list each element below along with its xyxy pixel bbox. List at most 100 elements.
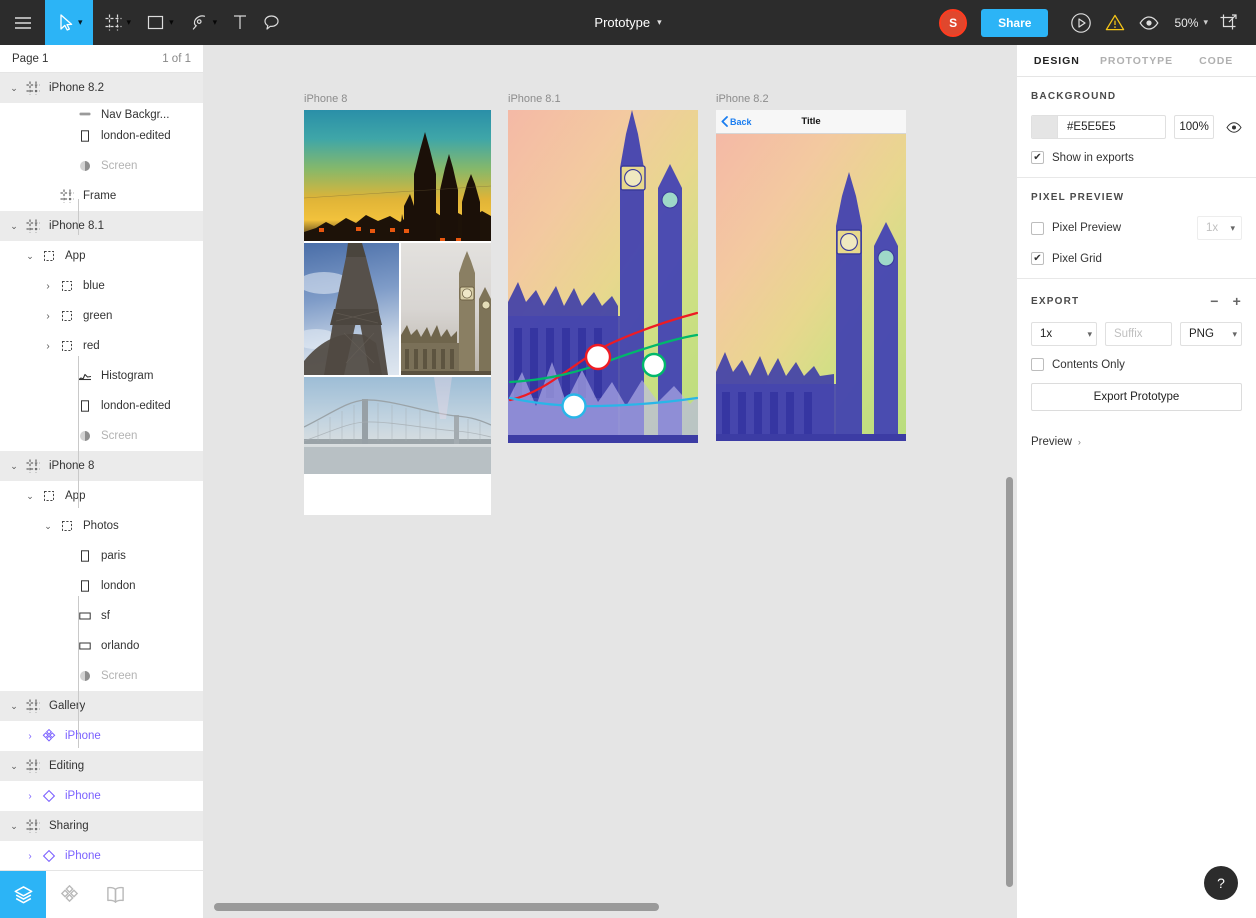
chevron-down-icon[interactable]: ⌄ bbox=[22, 251, 38, 262]
background-opacity-field[interactable]: 100% bbox=[1174, 115, 1214, 139]
export-format-select[interactable]: PNG ▾ bbox=[1180, 322, 1242, 346]
pixel-preview-scale-select[interactable]: 1x ▾ bbox=[1197, 216, 1242, 240]
layer-row[interactable]: › iPhone bbox=[0, 841, 203, 870]
help-button[interactable]: ? bbox=[1204, 866, 1238, 900]
layer-row[interactable]: ⌄ App bbox=[0, 481, 203, 511]
comment-tool[interactable] bbox=[259, 0, 284, 45]
share-button[interactable]: Share bbox=[981, 8, 1049, 37]
library-tab[interactable] bbox=[92, 871, 138, 918]
chevron-right-icon[interactable]: › bbox=[22, 791, 38, 802]
chevron-down-icon[interactable]: ▾ bbox=[78, 18, 83, 27]
curve-handle-red[interactable] bbox=[584, 343, 612, 371]
layer-row[interactable]: london-edited bbox=[0, 121, 203, 151]
curve-overlay[interactable] bbox=[508, 110, 698, 443]
pixel-preview-toggle[interactable]: Pixel Preview bbox=[1031, 221, 1121, 235]
layer-row-frame[interactable]: ⌄ Gallery bbox=[0, 691, 203, 721]
chevron-right-icon[interactable]: › bbox=[22, 851, 38, 862]
artboard-iphone-8-2[interactable]: iPhone 8.2 Back Title bbox=[716, 93, 906, 441]
chevron-down-icon[interactable]: ⌄ bbox=[6, 701, 22, 712]
artboard-body[interactable]: Back Title bbox=[716, 110, 906, 441]
minus-icon[interactable]: − bbox=[1210, 293, 1219, 309]
chevron-down-icon[interactable]: ▾ bbox=[1203, 18, 1208, 27]
photo-london-edited-detail[interactable] bbox=[716, 134, 906, 441]
canvas-horizontal-scrollbar[interactable] bbox=[214, 903, 659, 911]
curve-handle-green[interactable] bbox=[641, 352, 667, 378]
curve-handle-blue[interactable] bbox=[561, 393, 587, 419]
show-in-exports-row[interactable]: ✔ Show in exports bbox=[1031, 151, 1242, 164]
contents-only-checkbox[interactable] bbox=[1031, 358, 1044, 371]
hamburger-menu-icon[interactable] bbox=[0, 0, 45, 45]
tab-prototype[interactable]: PROTOTYPE bbox=[1097, 45, 1177, 76]
avatar[interactable]: S bbox=[939, 8, 968, 37]
layer-row[interactable]: › iPhone bbox=[0, 721, 203, 751]
pixel-grid-row[interactable]: ✔ Pixel Grid bbox=[1031, 252, 1242, 265]
chevron-down-icon[interactable]: ⌄ bbox=[40, 521, 56, 532]
layer-row-frame[interactable]: ⌄ Editing bbox=[0, 751, 203, 781]
shape-tool[interactable]: ▾ bbox=[143, 0, 178, 45]
layer-row[interactable]: › green bbox=[0, 301, 203, 331]
move-tool[interactable]: ▾ bbox=[45, 0, 93, 45]
layer-row-frame[interactable]: ⌄ Sharing bbox=[0, 811, 203, 841]
background-hex-value[interactable]: #E5E5E5 bbox=[1058, 121, 1116, 133]
layer-row[interactable]: Screen bbox=[0, 421, 203, 451]
export-suffix-input[interactable]: Suffix bbox=[1105, 322, 1172, 346]
layer-row[interactable]: › red bbox=[0, 331, 203, 361]
photo-orlando[interactable] bbox=[304, 110, 491, 241]
layer-row[interactable]: london bbox=[0, 571, 203, 601]
pixel-grid-checkbox[interactable]: ✔ bbox=[1031, 252, 1044, 265]
layers-list[interactable]: ⌄ iPhone 8.2 Nav Backgr... london-edited … bbox=[0, 73, 203, 870]
eye-icon[interactable] bbox=[1132, 0, 1166, 45]
layer-row-frame[interactable]: ⌄ iPhone 8 bbox=[0, 451, 203, 481]
eye-icon[interactable] bbox=[1226, 121, 1242, 133]
layer-row[interactable]: Frame bbox=[0, 181, 203, 211]
export-scale-select[interactable]: 1x ▾ bbox=[1031, 322, 1097, 346]
layer-row[interactable]: paris bbox=[0, 541, 203, 571]
plus-icon[interactable]: + bbox=[1233, 293, 1242, 309]
chevron-right-icon[interactable]: › bbox=[40, 281, 56, 292]
layer-row[interactable]: › iPhone bbox=[0, 781, 203, 811]
layer-row-frame[interactable]: ⌄ iPhone 8.1 bbox=[0, 211, 203, 241]
layers-tab[interactable] bbox=[0, 871, 46, 918]
photo-sf[interactable] bbox=[304, 377, 491, 474]
chevron-down-icon[interactable]: ⌄ bbox=[6, 83, 22, 94]
layer-row-frame[interactable]: ⌄ iPhone 8.2 bbox=[0, 73, 203, 103]
artboard-iphone-8[interactable]: iPhone 8 bbox=[304, 93, 491, 515]
export-prototype-button[interactable]: Export Prototype bbox=[1031, 383, 1242, 411]
chevron-down-icon[interactable]: ⌄ bbox=[6, 761, 22, 772]
artboard-iphone-8-1[interactable]: iPhone 8.1 bbox=[508, 93, 698, 443]
page-title[interactable]: Prototype bbox=[594, 15, 650, 30]
page-bar[interactable]: Page 1 1 of 1 bbox=[0, 45, 203, 73]
components-tab[interactable] bbox=[46, 871, 92, 918]
tab-design[interactable]: DESIGN bbox=[1017, 45, 1097, 76]
show-in-exports-checkbox[interactable]: ✔ bbox=[1031, 151, 1044, 164]
chevron-down-icon[interactable]: ⌄ bbox=[6, 221, 22, 232]
layer-row[interactable]: › blue bbox=[0, 271, 203, 301]
contents-only-row[interactable]: Contents Only bbox=[1031, 358, 1242, 371]
chevron-down-icon[interactable]: ▾ bbox=[657, 18, 662, 27]
background-color-field[interactable]: #E5E5E5 bbox=[1031, 115, 1167, 139]
chevron-right-icon[interactable]: › bbox=[40, 311, 56, 322]
chevron-down-icon[interactable]: ⌄ bbox=[6, 821, 22, 832]
chevron-down-icon[interactable]: ▾ bbox=[127, 18, 132, 27]
tab-code[interactable]: CODE bbox=[1176, 45, 1256, 76]
chevron-down-icon[interactable]: ▾ bbox=[169, 18, 174, 27]
pen-tool[interactable]: ▾ bbox=[186, 0, 222, 45]
warning-triangle-icon[interactable] bbox=[1098, 0, 1132, 45]
chevron-down-icon[interactable]: ⌄ bbox=[22, 491, 38, 502]
layer-row[interactable]: orlando bbox=[0, 631, 203, 661]
frame-tool[interactable]: ▾ bbox=[101, 0, 136, 45]
pixel-preview-checkbox[interactable] bbox=[1031, 221, 1044, 235]
layer-row[interactable]: Nav Backgr... bbox=[0, 103, 203, 121]
layer-row[interactable]: ⌄ App bbox=[0, 241, 203, 271]
preview-link[interactable]: Preview › bbox=[1017, 424, 1256, 448]
chevron-down-icon[interactable]: ⌄ bbox=[6, 461, 22, 472]
canvas-viewport[interactable]: iPhone 8 iPhone 8.1 iPhone 8.2 Back Titl… bbox=[204, 45, 1016, 918]
layer-row[interactable]: london-edited bbox=[0, 391, 203, 421]
color-swatch[interactable] bbox=[1032, 116, 1058, 138]
layer-row[interactable]: Screen bbox=[0, 151, 203, 181]
layer-row[interactable]: sf bbox=[0, 601, 203, 631]
canvas-vertical-scrollbar[interactable] bbox=[1006, 477, 1013, 887]
chevron-down-icon[interactable]: ▾ bbox=[213, 18, 218, 27]
crop-export-icon[interactable] bbox=[1212, 0, 1246, 45]
zoom-control[interactable]: 50% ▾ bbox=[1166, 16, 1212, 30]
